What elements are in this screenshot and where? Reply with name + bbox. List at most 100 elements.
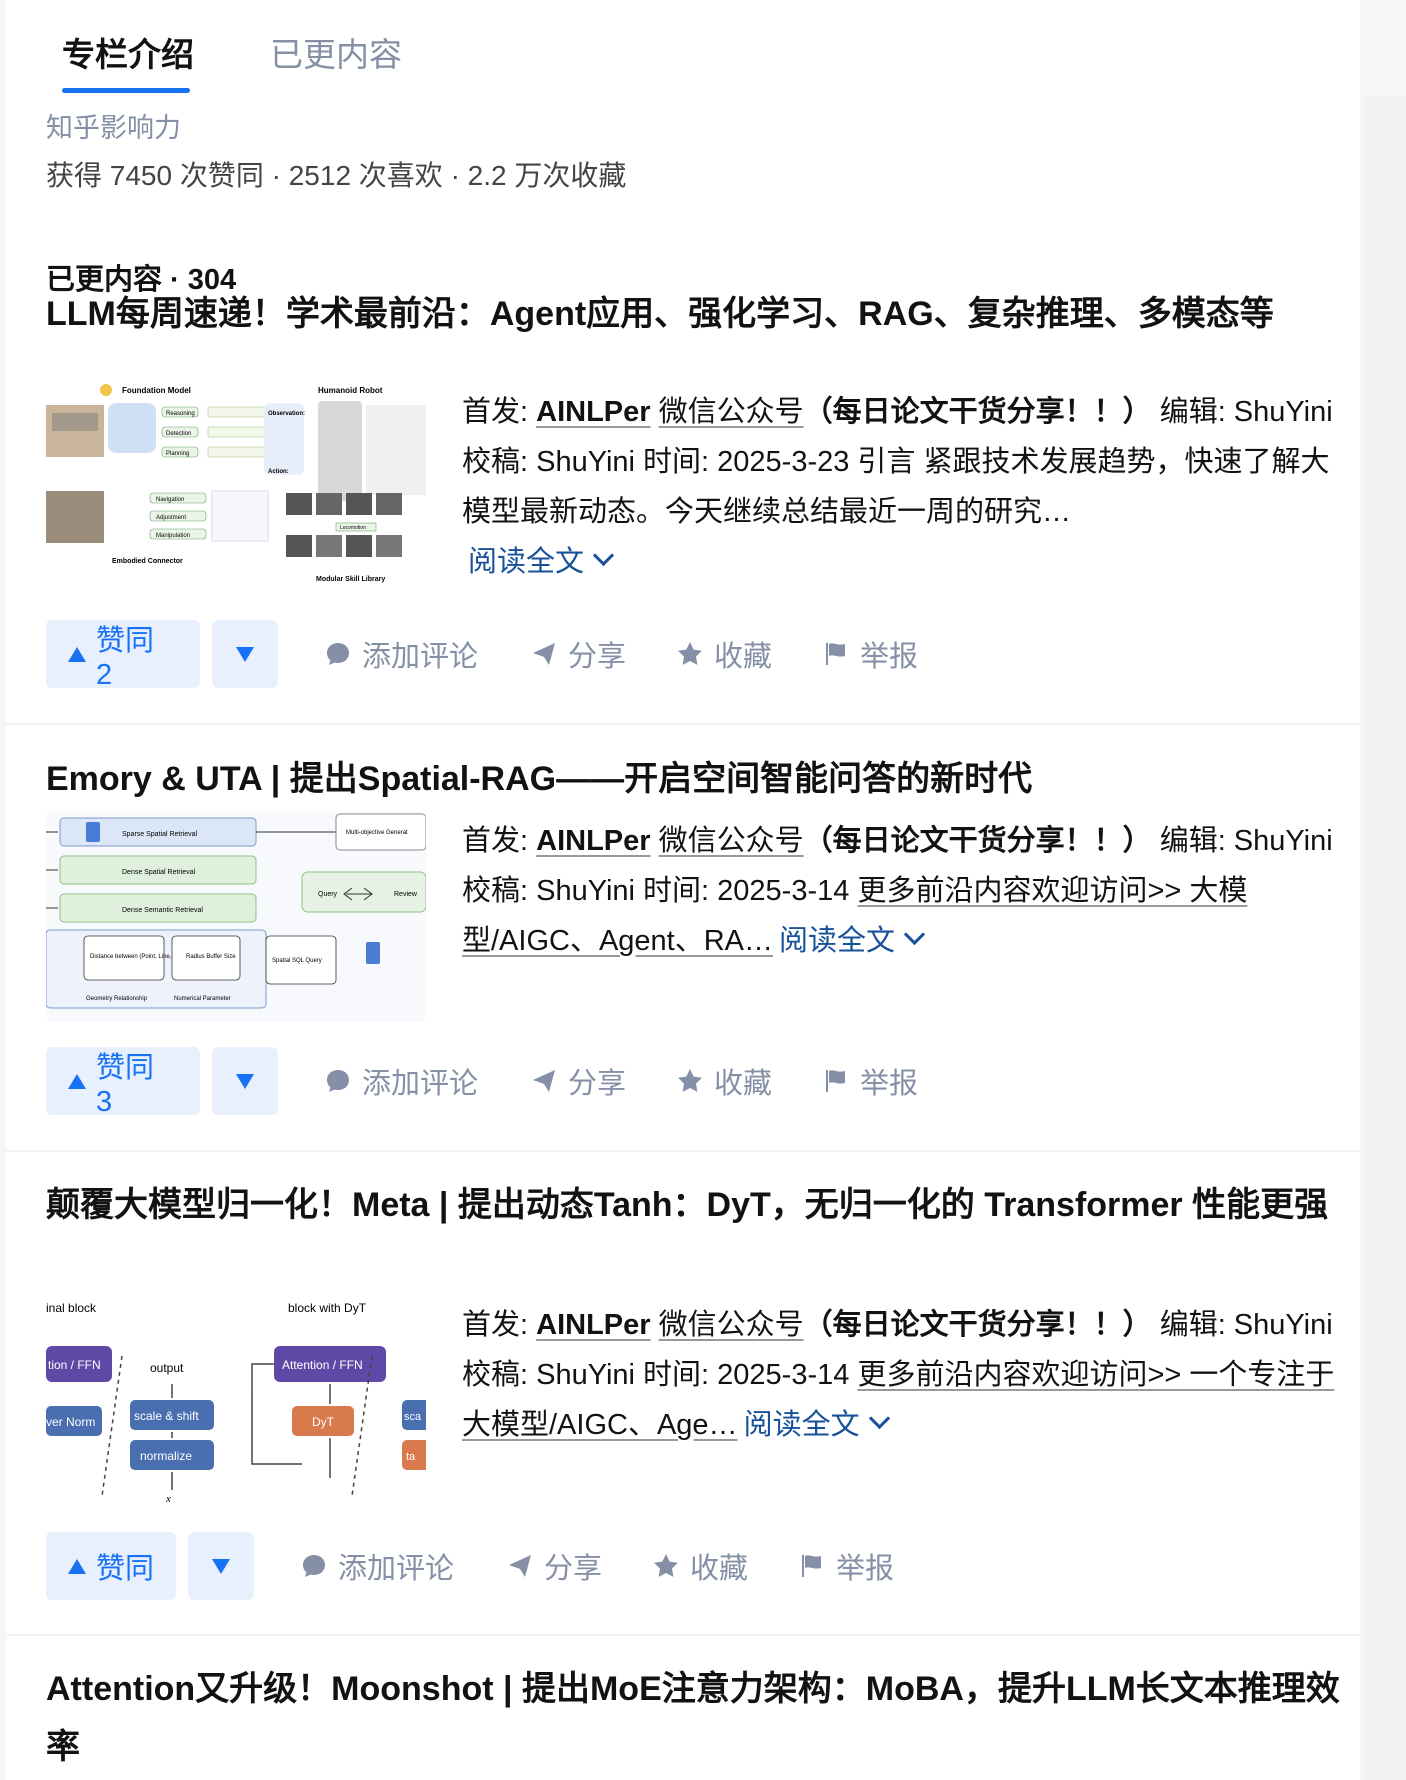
thumb-label: Detection	[166, 431, 191, 437]
tab-column-intro[interactable]: 专栏介绍	[62, 28, 194, 76]
upvote-button[interactable]: 赞同	[46, 1532, 176, 1600]
read-more-link[interactable]: 阅读全文	[744, 1407, 890, 1441]
thumb-label: DyT	[312, 1415, 335, 1429]
influence-stats: 获得 7450 次赞同 · 2512 次喜欢 · 2.2 万次收藏	[46, 160, 627, 191]
article-title[interactable]: Attention又升级！Moonshot | 提出MoE注意力架构：MoBA，…	[46, 1660, 1346, 1776]
source-name[interactable]: AINLPer	[536, 1309, 650, 1341]
chevron-down-icon	[868, 1407, 890, 1430]
star-icon	[654, 1554, 678, 1577]
favorite-button[interactable]: 收藏	[676, 620, 772, 688]
thumb-label: block with DyT	[288, 1301, 367, 1315]
comment-button[interactable]: 添加评论	[300, 1532, 454, 1600]
chevron-down-icon	[592, 544, 615, 567]
thumb-label: Observation:	[268, 411, 305, 417]
tab-bar: 专栏介绍 已更内容	[6, 0, 1360, 95]
triangle-down-icon	[212, 1558, 230, 1574]
triangle-down-icon	[236, 1073, 254, 1089]
report-button[interactable]: 举报	[798, 1532, 894, 1600]
thumb-label: Radius Buffer Size	[186, 954, 236, 960]
thumb-label: Spatial SQL Query	[272, 958, 322, 964]
svg-text:x: x	[165, 1493, 171, 1505]
read-more-link[interactable]: 阅读全文	[779, 923, 926, 957]
thumb-label: Numerical Parameter	[174, 996, 231, 1002]
article-title[interactable]: 颠覆大模型归一化！Meta | 提出动态Tanh：DyT，无归一化的 Trans…	[46, 1176, 1346, 1234]
thumb-label: Dense Semantic Retrieval	[122, 907, 203, 914]
upvote-button[interactable]: 赞同 3	[46, 1047, 200, 1118]
thumb-label: Review	[394, 891, 418, 898]
source-name[interactable]: AINLPer	[536, 396, 650, 428]
thumb-label: normalize	[140, 1449, 192, 1463]
share-icon	[533, 643, 555, 665]
flag-icon	[802, 1555, 821, 1577]
comment-icon	[327, 643, 349, 665]
article-excerpt[interactable]: 首发: AINLPer 微信公众号（每日论文干货分享！！） 编辑: ShuYin…	[462, 816, 1342, 966]
article-thumbnail[interactable]: Foundation Model Humanoid Robot Reasonin…	[46, 383, 426, 593]
thumb-label: Attention / FFN	[282, 1358, 363, 1372]
influence-title: 知乎影响力	[46, 113, 181, 143]
source-link[interactable]: 微信公众号	[659, 396, 804, 428]
thumb-label: Multi-objective Generat	[346, 830, 408, 836]
star-icon	[678, 1069, 702, 1092]
flag-icon	[826, 643, 845, 665]
article-thumbnail[interactable]: Sparse Spatial Retrieval Dense Spatial R…	[46, 812, 426, 1022]
report-button[interactable]: 举报	[822, 620, 918, 688]
share-button[interactable]: 分享	[506, 1532, 602, 1600]
thumb-label: inal block	[46, 1301, 97, 1315]
thumb-label: Navigation	[156, 497, 184, 503]
thumb-label: Manipulation	[156, 533, 190, 539]
favorite-button[interactable]: 收藏	[676, 1047, 772, 1115]
thumb-label: ver Norm	[46, 1415, 95, 1429]
active-tab-indicator	[62, 88, 190, 93]
thumb-label: Humanoid Robot	[318, 386, 383, 395]
comment-button[interactable]: 添加评论	[324, 1047, 478, 1115]
triangle-up-icon	[68, 1558, 86, 1574]
thumb-label: Adjustment	[156, 515, 186, 521]
comment-button[interactable]: 添加评论	[324, 620, 478, 688]
triangle-up-icon	[68, 1073, 86, 1089]
thumb-label: scale & shift	[134, 1409, 199, 1423]
source-link[interactable]: 微信公众号	[659, 1309, 804, 1341]
tab-published-content[interactable]: 已更内容	[270, 28, 402, 76]
thumb-label: Sparse Spatial Retrieval	[122, 831, 198, 838]
thumb-label: Embodied Connector	[112, 558, 183, 565]
thumb-label: output	[150, 1361, 184, 1375]
thumb-label: Geometry Relationship	[86, 996, 148, 1002]
thumb-label: Foundation Model	[122, 386, 191, 395]
thumb-label: sca	[404, 1411, 422, 1423]
divider	[6, 723, 1360, 725]
thumb-label: Action:	[268, 469, 289, 475]
article-actions: 赞同 2 添加评论 分享 收藏 举报	[46, 620, 1346, 691]
divider	[6, 1150, 1360, 1152]
article-title[interactable]: LLM每周速递！学术最前沿：Agent应用、强化学习、RAG、复杂推理、多模态等	[46, 285, 1346, 343]
downvote-button[interactable]	[212, 620, 278, 688]
thumb-label: Reasoning	[166, 411, 195, 417]
article-actions: 赞同 3 添加评论 分享 收藏 举报	[46, 1047, 1346, 1118]
thumb-label: ta	[406, 1451, 416, 1463]
comment-icon	[327, 1070, 349, 1092]
article-title[interactable]: Emory & UTA | 提出Spatial-RAG——开启空间智能问答的新时…	[46, 750, 1346, 808]
share-icon	[533, 1070, 555, 1092]
thumb-label: Planning	[166, 451, 189, 457]
chevron-down-icon	[903, 923, 926, 946]
comment-icon	[303, 1555, 325, 1577]
divider	[6, 1634, 1360, 1636]
downvote-button[interactable]	[212, 1047, 278, 1115]
share-button[interactable]: 分享	[530, 1047, 626, 1115]
triangle-down-icon	[236, 646, 254, 662]
source-link[interactable]: 微信公众号	[659, 825, 804, 857]
source-name[interactable]: AINLPer	[536, 825, 650, 857]
downvote-button[interactable]	[188, 1532, 254, 1600]
triangle-up-icon	[68, 646, 86, 662]
share-button[interactable]: 分享	[530, 620, 626, 688]
thumb-label: tion / FFN	[48, 1358, 101, 1372]
read-more-link[interactable]: 阅读全文	[468, 544, 615, 578]
thumb-label: Modular Skill Library	[316, 576, 385, 583]
article-excerpt[interactable]: 首发: AINLPer 微信公众号（每日论文干货分享！！） 编辑: ShuYin…	[462, 1300, 1342, 1450]
article-excerpt[interactable]: 首发: AINLPer 微信公众号（每日论文干货分享！！） 编辑: ShuYin…	[462, 387, 1342, 587]
upvote-button[interactable]: 赞同 2	[46, 620, 200, 691]
favorite-button[interactable]: 收藏	[652, 1532, 748, 1600]
article-thumbnail[interactable]: inal block block with DyT tion / FFN out…	[46, 1296, 426, 1506]
thumb-label: Locomotion	[340, 525, 366, 531]
right-sidebar	[1363, 95, 1406, 1780]
report-button[interactable]: 举报	[822, 1047, 918, 1115]
